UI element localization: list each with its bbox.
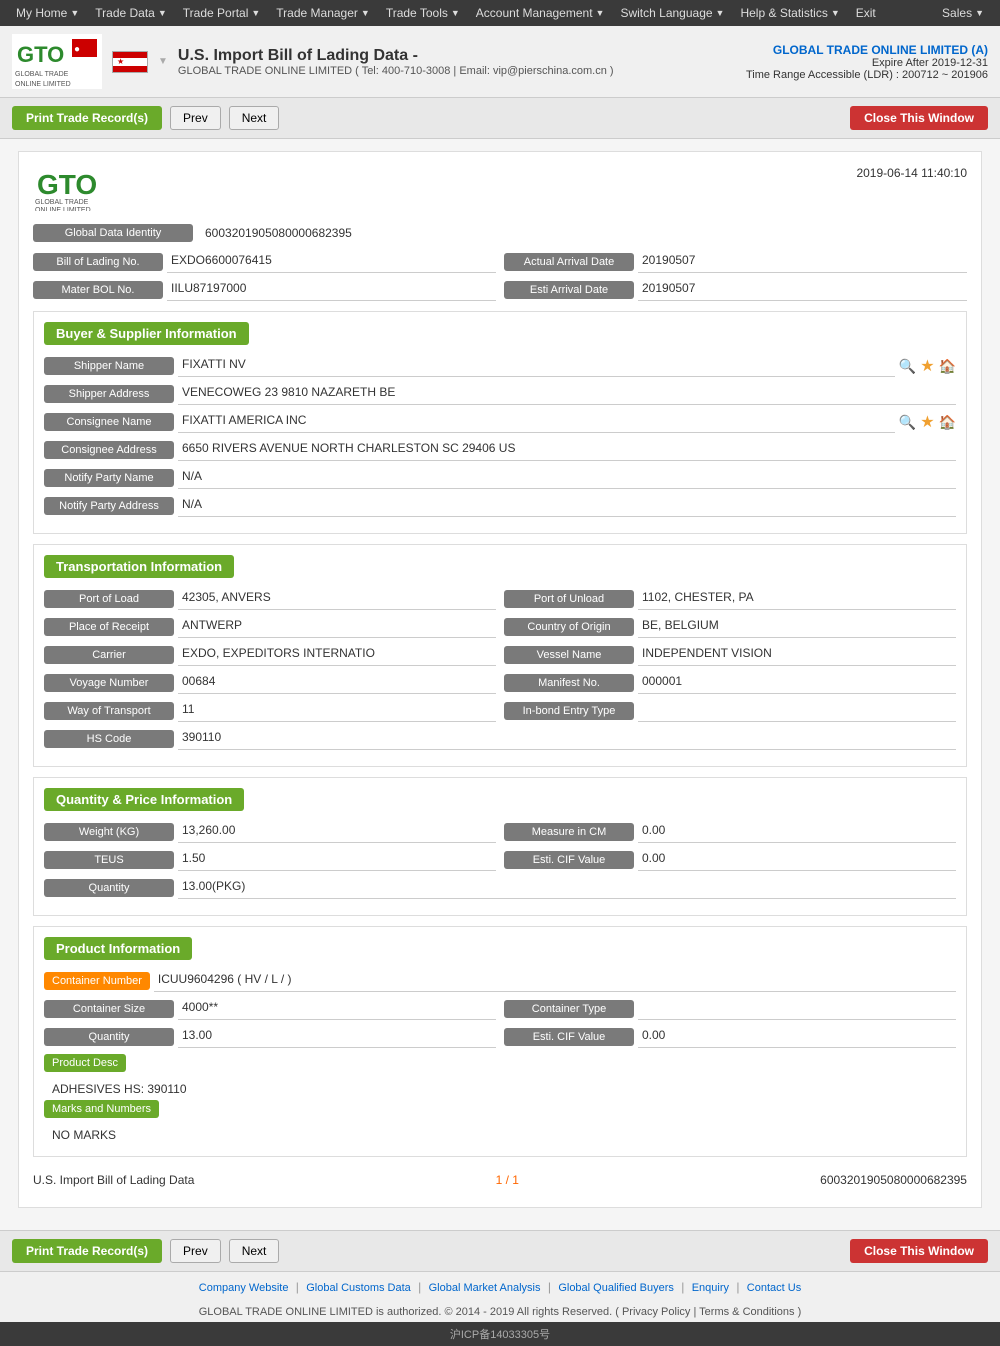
nav-trade-tools[interactable]: Trade Tools ▼ <box>378 0 468 26</box>
close-button[interactable]: Close This Window <box>850 106 988 130</box>
consignee-search-icon[interactable]: 🔍 <box>899 414 916 431</box>
nav-switch-language[interactable]: Switch Language ▼ <box>612 0 732 26</box>
product-desc-value: ADHESIVES HS: 390110 <box>44 1078 956 1100</box>
svg-text:ONLINE LIMITED: ONLINE LIMITED <box>35 207 91 211</box>
way-inbond-row: Way of Transport 11 In-bond Entry Type <box>44 700 956 722</box>
footer-links: Company Website | Global Customs Data | … <box>0 1271 1000 1302</box>
prev-button[interactable]: Prev <box>170 106 221 130</box>
doc-logo: GTO GLOBAL TRADE ONLINE LIMITED <box>33 166 163 211</box>
receipt-origin-row: Place of Receipt ANTWERP Country of Orig… <box>44 616 956 638</box>
bol-col: Bill of Lading No. EXDO6600076415 <box>33 251 496 273</box>
quantity-row: Quantity 13.00(PKG) <box>44 877 956 899</box>
svg-text:GLOBAL TRADE: GLOBAL TRADE <box>35 199 89 206</box>
enquiry-link[interactable]: Enquiry <box>692 1282 729 1294</box>
flag-arrow[interactable]: ▼ <box>158 56 168 67</box>
marks-numbers-value: NO MARKS <box>44 1124 956 1146</box>
shipper-address-row: Shipper Address VENECOWEG 23 9810 NAZARE… <box>44 383 956 405</box>
global-market-analysis-link[interactable]: Global Market Analysis <box>429 1282 541 1294</box>
esti-arrival-col: Esti Arrival Date 20190507 <box>504 279 967 301</box>
notify-party-name-row: Notify Party Name N/A <box>44 467 956 489</box>
bottom-print-button[interactable]: Print Trade Record(s) <box>12 1239 162 1263</box>
actual-arrival-col: Actual Arrival Date 20190507 <box>504 251 967 273</box>
doc-footer: U.S. Import Bill of Lading Data 1 / 1 60… <box>33 1167 967 1193</box>
content-area: GTO GLOBAL TRADE ONLINE LIMITED 2019-06-… <box>0 139 1000 1230</box>
next-button[interactable]: Next <box>229 106 280 130</box>
global-customs-data-link[interactable]: Global Customs Data <box>306 1282 411 1294</box>
notify-party-address-row: Notify Party Address N/A <box>44 495 956 517</box>
nav-trade-portal[interactable]: Trade Portal ▼ <box>175 0 269 26</box>
print-button[interactable]: Print Trade Record(s) <box>12 106 162 130</box>
mater-bol-col: Mater BOL No. IILU87197000 <box>33 279 496 301</box>
consignee-name-row: Consignee Name FIXATTI AMERICA INC 🔍 ★ 🏠 <box>44 411 956 433</box>
consignee-home-icon[interactable]: 🏠 <box>939 414 956 431</box>
gto-logo: GTO GLOBAL TRADE ONLINE LIMITED ● <box>12 34 102 89</box>
nav-help-statistics[interactable]: Help & Statistics ▼ <box>732 0 847 26</box>
nav-my-home[interactable]: My Home ▼ <box>8 0 87 26</box>
global-data-identity-row: Global Data Identity 6003201905080000682… <box>33 223 967 243</box>
logo-area: GTO GLOBAL TRADE ONLINE LIMITED ● ★ ▼ <box>12 34 168 89</box>
qty2-cif2-row: Quantity 13.00 Esti. CIF Value 0.00 <box>44 1026 956 1048</box>
buyer-supplier-section: Buyer & Supplier Information Shipper Nam… <box>33 311 967 534</box>
top-navigation: My Home ▼ Trade Data ▼ Trade Portal ▼ Tr… <box>0 0 1000 26</box>
header-title: U.S. Import Bill of Lading Data - GLOBAL… <box>178 47 614 77</box>
shipper-home-icon[interactable]: 🏠 <box>939 358 956 375</box>
header-right: GLOBAL TRADE ONLINE LIMITED (A) Expire A… <box>746 43 988 81</box>
marks-numbers-row: Marks and Numbers <box>44 1100 956 1118</box>
top-toolbar: Print Trade Record(s) Prev Next Close Th… <box>0 98 1000 139</box>
bottom-close-button[interactable]: Close This Window <box>850 1239 988 1263</box>
flag-container: ★ <box>112 51 148 73</box>
svg-text:GTO: GTO <box>37 169 97 200</box>
product-desc-row: Product Desc <box>44 1054 956 1072</box>
svg-text:GLOBAL TRADE: GLOBAL TRADE <box>15 71 69 78</box>
global-qualified-buyers-link[interactable]: Global Qualified Buyers <box>558 1282 674 1294</box>
shipper-star-icon[interactable]: ★ <box>920 356 934 376</box>
company-website-link[interactable]: Company Website <box>199 1282 289 1294</box>
mater-esti-row: Mater BOL No. IILU87197000 Esti Arrival … <box>33 279 967 301</box>
bottom-prev-button[interactable]: Prev <box>170 1239 221 1263</box>
voyage-manifest-row: Voyage Number 00684 Manifest No. 000001 <box>44 672 956 694</box>
nav-trade-manager[interactable]: Trade Manager ▼ <box>268 0 378 26</box>
contact-us-link[interactable]: Contact Us <box>747 1282 801 1294</box>
icp-link[interactable]: 沪ICP备14033305号 <box>450 1329 550 1341</box>
transportation-section: Transportation Information Port of Load … <box>33 544 967 767</box>
hs-code-row: HS Code 390110 <box>44 728 956 750</box>
weight-measure-row: Weight (KG) 13,260.00 Measure in CM 0.00 <box>44 821 956 843</box>
doc-header: GTO GLOBAL TRADE ONLINE LIMITED 2019-06-… <box>33 166 967 211</box>
svg-text:GTO: GTO <box>17 42 64 67</box>
consignee-star-icon[interactable]: ★ <box>920 412 934 432</box>
footer-copyright: GLOBAL TRADE ONLINE LIMITED is authorize… <box>0 1302 1000 1322</box>
quantity-section: Quantity & Price Information Weight (KG)… <box>33 777 967 916</box>
bol-arrival-row: Bill of Lading No. EXDO6600076415 Actual… <box>33 251 967 273</box>
container-size-type-row: Container Size 4000** Container Type <box>44 998 956 1020</box>
bottom-next-button[interactable]: Next <box>229 1239 280 1263</box>
bottom-toolbar: Print Trade Record(s) Prev Next Close Th… <box>0 1230 1000 1271</box>
carrier-vessel-row: Carrier EXDO, EXPEDITORS INTERNATIO Vess… <box>44 644 956 666</box>
nav-sales[interactable]: Sales ▼ <box>934 0 992 26</box>
svg-text:●: ● <box>74 44 80 55</box>
teus-cif-row: TEUS 1.50 Esti. CIF Value 0.00 <box>44 849 956 871</box>
nav-exit[interactable]: Exit <box>848 0 884 26</box>
nav-trade-data[interactable]: Trade Data ▼ <box>87 0 175 26</box>
port-row: Port of Load 42305, ANVERS Port of Unloa… <box>44 588 956 610</box>
header-bar: GTO GLOBAL TRADE ONLINE LIMITED ● ★ ▼ U.… <box>0 26 1000 98</box>
container-number-row: Container Number ICUU9604296 ( HV / L / … <box>44 970 956 992</box>
document-card: GTO GLOBAL TRADE ONLINE LIMITED 2019-06-… <box>18 151 982 1208</box>
product-section: Product Information Container Number ICU… <box>33 926 967 1157</box>
footer-icp: 沪ICP备14033305号 <box>0 1322 1000 1346</box>
nav-account-management[interactable]: Account Management ▼ <box>468 0 613 26</box>
shipper-name-row: Shipper Name FIXATTI NV 🔍 ★ 🏠 <box>44 355 956 377</box>
consignee-address-row: Consignee Address 6650 RIVERS AVENUE NOR… <box>44 439 956 461</box>
svg-text:ONLINE LIMITED: ONLINE LIMITED <box>15 81 71 88</box>
shipper-search-icon[interactable]: 🔍 <box>899 358 916 375</box>
